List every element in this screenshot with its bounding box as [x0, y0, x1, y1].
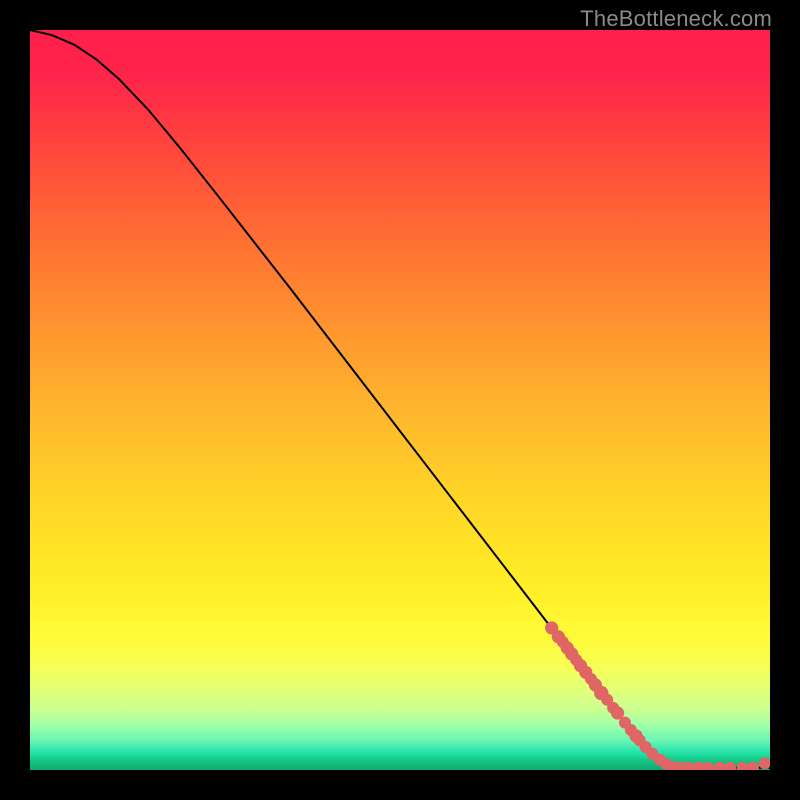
gradient-plot-area	[30, 30, 770, 770]
chart-frame: TheBottleneck.com	[0, 0, 800, 800]
watermark-credit: TheBottleneck.com	[580, 6, 772, 32]
